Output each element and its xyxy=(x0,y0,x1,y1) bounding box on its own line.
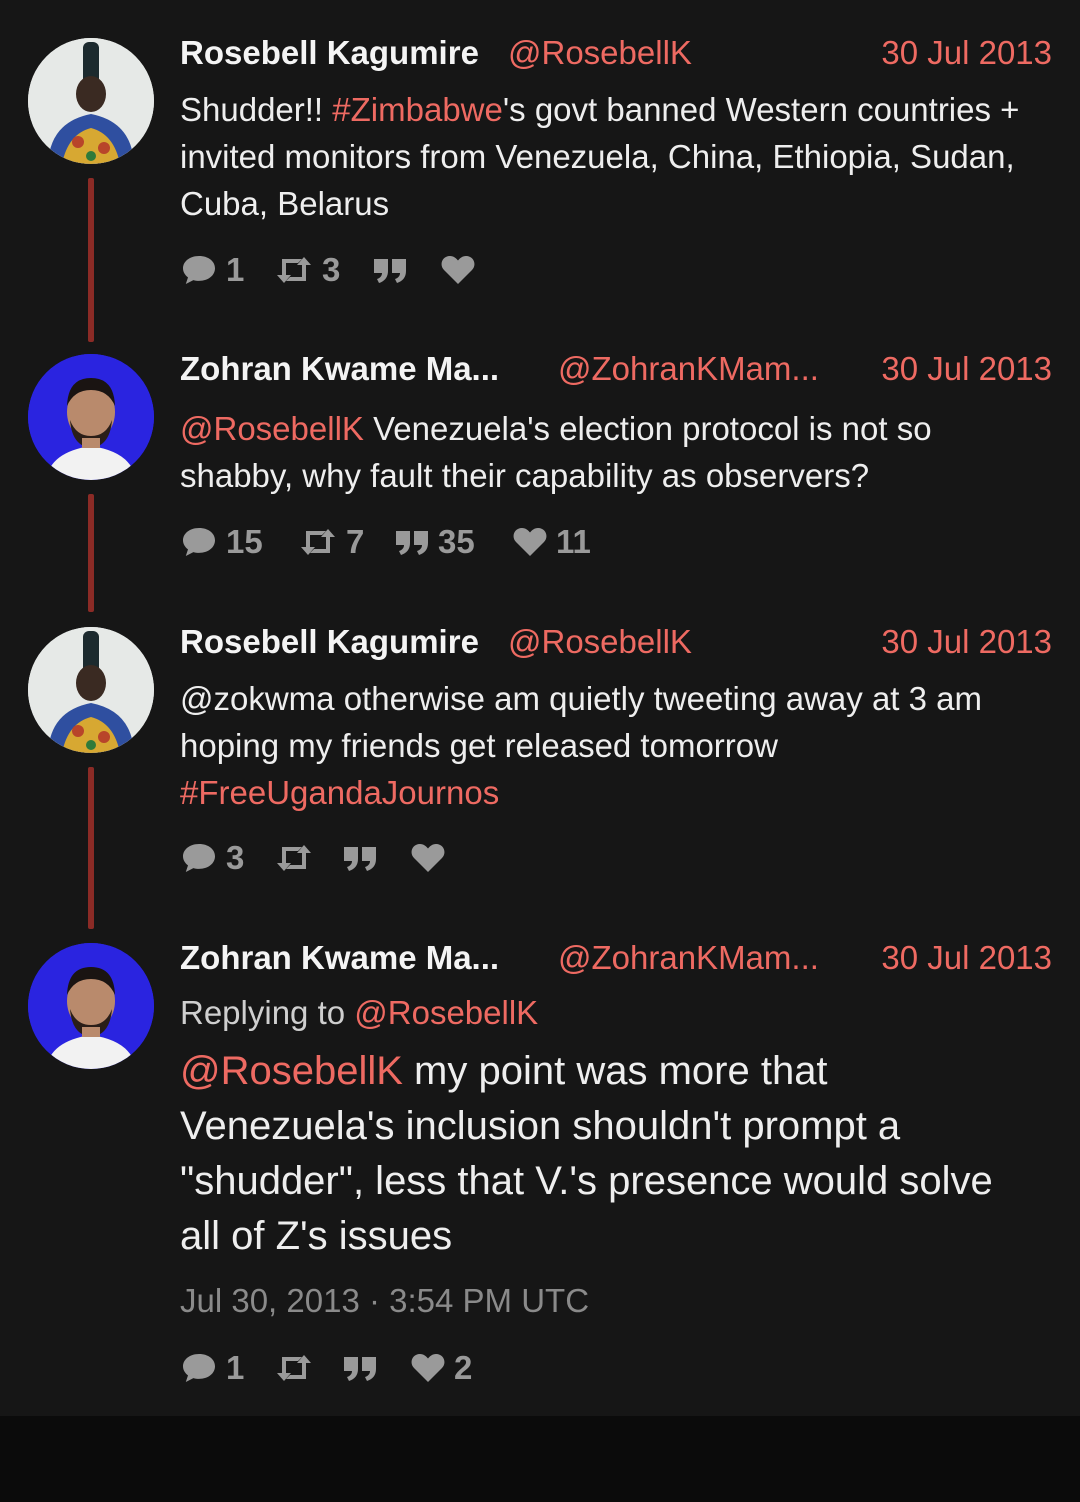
quote-button[interactable] xyxy=(342,1348,386,1388)
retweet-button[interactable] xyxy=(274,1348,322,1388)
quote-button[interactable]: 35 xyxy=(394,522,475,562)
thread-connector xyxy=(88,494,94,612)
retweet-icon xyxy=(277,845,311,871)
text-segment: Shudder!! xyxy=(180,91,333,128)
avatar[interactable] xyxy=(28,38,154,164)
quote-icon xyxy=(396,531,428,555)
retweet-icon xyxy=(301,529,335,555)
avatar[interactable] xyxy=(28,354,154,480)
author-handle[interactable]: @RosebellK xyxy=(508,34,692,72)
heart-icon xyxy=(411,1354,445,1382)
retweet-button[interactable]: 3 xyxy=(274,250,340,290)
like-button[interactable]: 2 xyxy=(410,1348,472,1388)
author-handle[interactable]: @RosebellK xyxy=(508,623,692,661)
quote-icon xyxy=(344,847,376,871)
retweet-icon xyxy=(277,257,311,283)
tweet-thread: Rosebell Kagumire @RosebellK 30 Jul 2013… xyxy=(0,0,1080,1416)
quote-icon xyxy=(374,259,406,283)
replying-to: Replying to @RosebellK xyxy=(180,994,538,1032)
reply-button[interactable]: 15 xyxy=(180,522,263,562)
reply-count: 3 xyxy=(226,839,245,876)
hashtag-link[interactable]: #FreeUgandaJournos xyxy=(180,774,499,811)
comment-icon xyxy=(183,1354,215,1382)
quote-button[interactable] xyxy=(342,838,386,878)
tweet-text: @zokwma otherwise am quietly tweeting aw… xyxy=(180,675,1040,816)
comment-icon xyxy=(183,256,215,284)
quote-count: 35 xyxy=(438,523,475,560)
author-name[interactable]: Zohran Kwame Ma... xyxy=(180,939,499,977)
author-name[interactable]: Zohran Kwame Ma... xyxy=(180,350,499,388)
mention-link[interactable]: @RosebellK xyxy=(180,410,364,447)
reply-button[interactable]: 3 xyxy=(180,838,244,878)
mention-link[interactable]: @RosebellK xyxy=(180,1049,403,1093)
tweet-date[interactable]: 30 Jul 2013 xyxy=(881,623,1052,661)
heart-icon xyxy=(411,844,445,872)
avatar[interactable] xyxy=(28,627,154,753)
heart-icon xyxy=(441,256,475,284)
like-button[interactable]: 11 xyxy=(512,522,591,562)
replying-label: Replying to xyxy=(180,994,355,1031)
like-button[interactable] xyxy=(410,838,454,878)
author-handle[interactable]: @ZohranKMam... xyxy=(558,939,819,977)
heart-icon xyxy=(513,528,547,556)
retweet-button[interactable] xyxy=(274,838,322,878)
reply-count: 1 xyxy=(226,251,245,288)
tweet-timestamp[interactable]: Jul 30, 2013 · 3:54 PM UTC xyxy=(180,1282,589,1320)
tweet-date[interactable]: 30 Jul 2013 xyxy=(881,939,1052,977)
reply-button[interactable]: 1 xyxy=(180,250,244,290)
retweet-icon xyxy=(277,1355,311,1381)
author-handle[interactable]: @ZohranKMam... xyxy=(558,350,819,388)
thread-connector xyxy=(88,767,94,929)
bottom-bar xyxy=(0,1416,1080,1502)
like-button[interactable] xyxy=(440,250,484,290)
comment-icon xyxy=(183,844,215,872)
replying-handle-link[interactable]: @RosebellK xyxy=(354,994,538,1031)
like-count: 11 xyxy=(556,523,591,560)
tweet-date[interactable]: 30 Jul 2013 xyxy=(881,350,1052,388)
tweet-date[interactable]: 30 Jul 2013 xyxy=(881,34,1052,72)
text-segment: @zokwma otherwise am quietly tweeting aw… xyxy=(180,680,983,764)
author-name[interactable]: Rosebell Kagumire xyxy=(180,34,479,72)
reply-button[interactable]: 1 xyxy=(180,1348,244,1388)
tweet-text: @RosebellK my point was more that Venezu… xyxy=(180,1044,1040,1264)
like-count: 2 xyxy=(454,1349,473,1386)
thread-connector xyxy=(88,178,94,342)
retweet-button[interactable]: 7 xyxy=(298,522,364,562)
quote-icon xyxy=(344,1357,376,1381)
tweet-text: Shudder!! #Zimbabwe's govt banned Wester… xyxy=(180,86,1040,227)
tweet-text: @RosebellK Venezuela's election protocol… xyxy=(180,405,1040,499)
quote-button[interactable] xyxy=(372,250,416,290)
reply-count: 1 xyxy=(226,1349,245,1386)
comment-icon xyxy=(183,528,215,556)
avatar[interactable] xyxy=(28,943,154,1069)
retweet-count: 3 xyxy=(322,251,341,288)
hashtag-link[interactable]: #Zimbabwe xyxy=(332,91,503,128)
retweet-count: 7 xyxy=(346,523,365,560)
reply-count: 15 xyxy=(226,523,263,560)
author-name[interactable]: Rosebell Kagumire xyxy=(180,623,479,661)
